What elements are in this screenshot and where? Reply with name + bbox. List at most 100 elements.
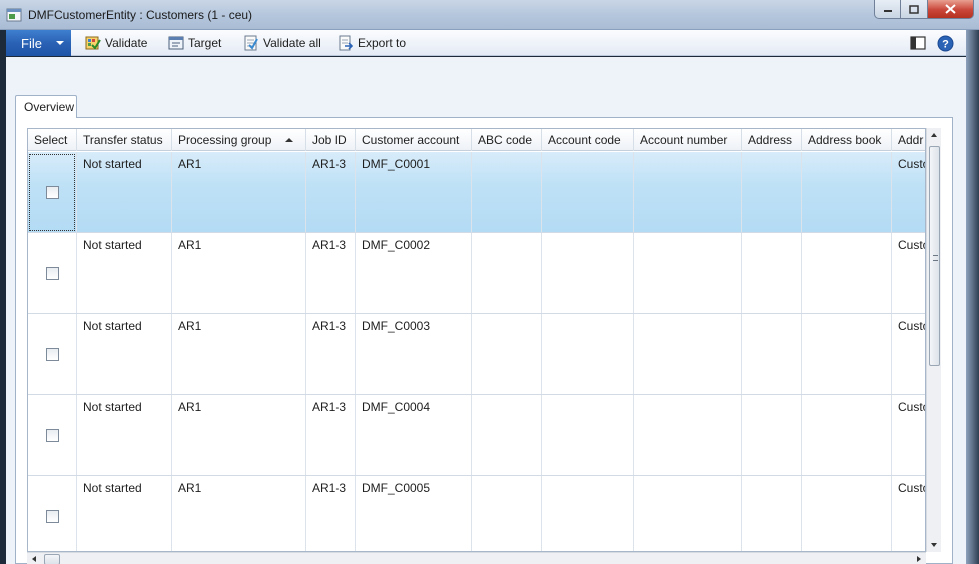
scroll-left-icon[interactable] [32, 556, 36, 562]
table-row[interactable]: Not started AR1 AR1-3 DMF_C0003 Custo [28, 314, 925, 395]
sort-ascending-icon [285, 138, 293, 142]
action-pane: File Validate Target Validate all Export… [6, 30, 966, 56]
minimize-button[interactable] [874, 0, 901, 19]
account-number-cell [634, 152, 742, 232]
maximize-icon [909, 4, 919, 14]
column-header-address[interactable]: Address [742, 129, 802, 151]
address-book-cell [802, 233, 892, 313]
address-cell [742, 395, 802, 475]
address-book-cell [802, 395, 892, 475]
table-row[interactable]: Not started AR1 AR1-3 DMF_C0005 Custo [28, 476, 925, 551]
validate-all-icon [244, 35, 258, 51]
row-select-checkbox[interactable] [46, 429, 59, 442]
file-menu-button[interactable]: File [6, 30, 71, 56]
row-select-checkbox[interactable] [46, 267, 59, 280]
horizontal-scrollbar[interactable] [27, 552, 926, 564]
job-id-cell: AR1-3 [306, 314, 356, 394]
app-icon [6, 8, 22, 22]
select-cell [28, 233, 77, 313]
file-menu-label: File [21, 35, 42, 51]
addr-cell: Custo [898, 157, 925, 171]
target-icon [168, 36, 184, 50]
export-to-button[interactable]: Export to [338, 34, 406, 52]
scroll-down-icon[interactable] [931, 543, 937, 547]
column-header-select[interactable]: Select [28, 129, 77, 151]
tab-overview-label: Overview [24, 100, 75, 114]
customer-account-cell: DMF_C0004 [356, 395, 472, 475]
transfer-status-cell: Not started [77, 152, 172, 232]
customer-account-cell: DMF_C0003 [356, 314, 472, 394]
address-book-cell [802, 476, 892, 551]
column-header-account-number[interactable]: Account number [634, 129, 742, 151]
customers-grid: Select Transfer status Processing group … [27, 128, 926, 552]
row-select-checkbox[interactable] [46, 186, 59, 199]
grip-icon [933, 255, 938, 261]
processing-group-cell: AR1 [172, 395, 306, 475]
select-cell [28, 395, 77, 475]
help-button[interactable]: ? [936, 34, 954, 52]
window-controls [874, 0, 974, 20]
table-row[interactable]: Not started AR1 AR1-3 DMF_C0001 Custo [28, 152, 925, 233]
abc-code-cell [472, 152, 542, 232]
select-cell [28, 476, 77, 551]
scroll-up-icon[interactable] [931, 133, 937, 137]
column-header-processing-group-label: Processing group [178, 133, 272, 147]
abc-code-cell [472, 233, 542, 313]
row-select-checkbox[interactable] [46, 348, 59, 361]
close-button[interactable] [928, 0, 974, 19]
account-code-cell [542, 152, 634, 232]
address-cell [742, 314, 802, 394]
validate-all-button[interactable]: Validate all [243, 34, 321, 52]
title-bar: DMFCustomerEntity : Customers (1 - ceu) [0, 0, 979, 30]
address-book-cell [802, 314, 892, 394]
column-header-transfer-status[interactable]: Transfer status [77, 129, 172, 151]
table-row[interactable]: Not started AR1 AR1-3 DMF_C0002 Custo [28, 233, 925, 314]
transfer-status-cell: Not started [77, 314, 172, 394]
column-header-abc-code[interactable]: ABC code [472, 129, 542, 151]
account-number-cell [634, 233, 742, 313]
column-header-customer-account[interactable]: Customer account [356, 129, 472, 151]
account-code-cell [542, 314, 634, 394]
table-row[interactable]: Not started AR1 AR1-3 DMF_C0004 Custo [28, 395, 925, 476]
layout-icon [910, 36, 926, 50]
tab-overview[interactable]: Overview [15, 95, 77, 118]
select-cell [28, 152, 77, 232]
addr-cell: Custo [898, 319, 925, 333]
maximize-button[interactable] [901, 0, 928, 19]
column-header-job-id[interactable]: Job ID [306, 129, 356, 151]
target-label: Target [188, 36, 222, 50]
minimize-icon [883, 10, 892, 12]
select-cell [28, 314, 77, 394]
account-code-cell [542, 233, 634, 313]
processing-group-cell: AR1 [172, 314, 306, 394]
job-id-cell: AR1-3 [306, 233, 356, 313]
address-cell [742, 152, 802, 232]
vertical-scrollbar[interactable] [926, 128, 941, 552]
vertical-scroll-thumb[interactable] [929, 146, 940, 366]
export-to-label: Export to [358, 36, 407, 50]
export-to-icon [339, 35, 354, 51]
transfer-status-cell: Not started [77, 233, 172, 313]
abc-code-cell [472, 314, 542, 394]
abc-code-cell [472, 476, 542, 551]
addr-cell: Custo [898, 481, 925, 495]
layout-button[interactable] [909, 34, 927, 52]
column-header-account-code[interactable]: Account code [542, 129, 634, 151]
horizontal-scroll-thumb[interactable] [44, 554, 60, 564]
validate-icon [85, 36, 101, 50]
validate-button[interactable]: Validate [85, 34, 147, 52]
scroll-right-icon[interactable] [917, 556, 921, 562]
address-cell [742, 233, 802, 313]
addr-cell: Custo [898, 238, 925, 252]
row-select-checkbox[interactable] [46, 510, 59, 523]
transfer-status-cell: Not started [77, 395, 172, 475]
account-code-cell [542, 395, 634, 475]
help-icon: ? [937, 35, 953, 51]
column-header-addr[interactable]: Addr [892, 129, 925, 151]
target-button[interactable]: Target [168, 34, 221, 52]
job-id-cell: AR1-3 [306, 395, 356, 475]
column-header-address-book[interactable]: Address book [802, 129, 892, 151]
address-cell [742, 476, 802, 551]
processing-group-cell: AR1 [172, 233, 306, 313]
addr-cell: Custo [898, 400, 925, 414]
